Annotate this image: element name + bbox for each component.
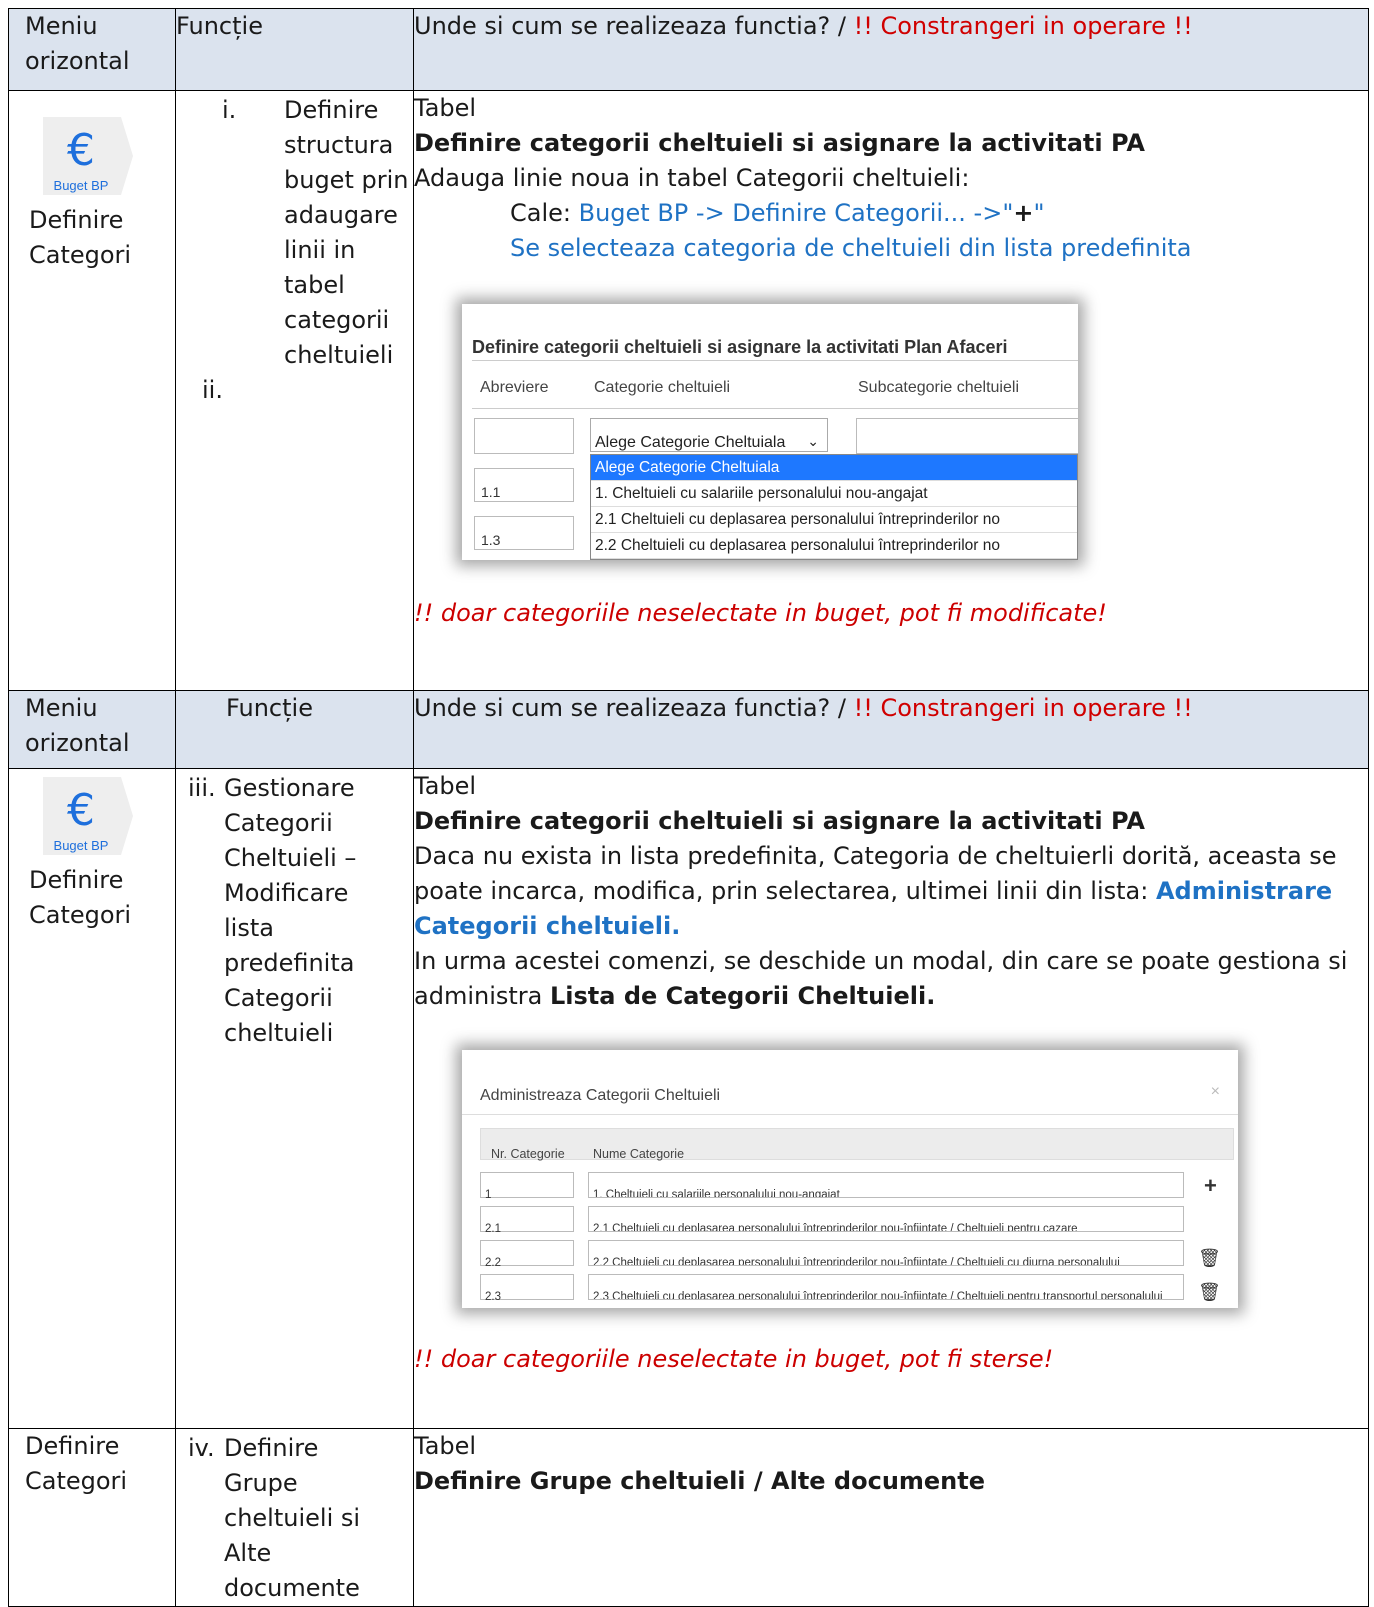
buget-bp-label: Buget BP — [54, 838, 109, 853]
header-row: Meniu orizontal Funcție Unde si cum se r… — [8, 690, 1369, 769]
header-function: Funcție — [176, 12, 263, 40]
header-constraints: !! Constrangeri in operare !! — [853, 12, 1193, 40]
function-item: i. Definire structura buget prin adaugar… — [222, 96, 409, 369]
col-subcategorie: Subcategorie cheltuieli — [858, 379, 1019, 396]
col-nume: Nume Categorie — [593, 1147, 685, 1161]
nr-input[interactable]: 1 — [480, 1172, 574, 1201]
intro-text: Adauga linie noua in tabel Categorii che… — [414, 164, 970, 192]
path-text: Buget BP -> Definire Categorii... ->" — [578, 199, 1014, 227]
dropdown-option[interactable]: 2.1 Cheltuieli cu deplasarea personalulu… — [591, 507, 1077, 533]
abreviere-cell[interactable]: 1.3 — [474, 516, 574, 550]
name-input[interactable]: 2.3 Cheltuieli cu deplasarea personalulu… — [588, 1274, 1184, 1300]
function-item: ii. — [202, 376, 223, 404]
table-row: 2.2 2.2 Cheltuieli cu deplasarea persona… — [480, 1240, 1234, 1269]
name-input[interactable]: 1. Cheltuieli cu salariile personalului … — [588, 1172, 1184, 1198]
tabel-label: Tabel — [414, 1432, 477, 1460]
path-line: Cale: Buget BP -> Definire Categorii... … — [510, 199, 1045, 227]
col-categorie: Categorie cheltuieli — [594, 379, 731, 396]
tabel-label: Tabel — [414, 772, 477, 800]
paragraph-2: In urma acestei comenzi, se deschide un … — [414, 947, 1348, 1010]
add-icon[interactable]: + — [1204, 1168, 1217, 1203]
header-constraints: !! Constrangeri in operare !! — [853, 694, 1193, 722]
trash-icon[interactable]: 🗑 — [1198, 1275, 1221, 1308]
constraint-note: !! doar categoriile neselectate in buget… — [414, 1345, 1054, 1373]
menu-label: Definire Categori — [29, 866, 132, 929]
header-menu: Meniu orizontal — [25, 694, 130, 757]
screenshot-admin-modal: Administreaza Categorii Cheltuieli × Nr.… — [462, 1050, 1238, 1308]
buget-bp-icon[interactable]: € Buget BP — [41, 775, 135, 857]
euro-icon: € — [67, 125, 95, 176]
document-table: Meniu orizontal Funcție Unde si cum se r… — [8, 8, 1369, 1607]
constraint-note: !! doar categoriile neselectate in buget… — [414, 599, 1107, 627]
header-where: Unde si cum se realizeaza functia? / — [414, 12, 854, 40]
col-abreviere: Abreviere — [480, 379, 549, 396]
tabel-label: Tabel — [414, 94, 477, 122]
paragraph-1: Daca nu exista in lista predefinita, Cat… — [414, 842, 1337, 940]
screenshot-define-categories: Definire categorii cheltuieli si asignar… — [462, 304, 1078, 560]
menu-label: Definire Categori — [29, 206, 132, 269]
header-function: Funcție — [226, 694, 313, 722]
nr-input[interactable]: 2.2 — [480, 1240, 574, 1269]
modal-title: Administreaza Categorii Cheltuieli — [480, 1087, 721, 1104]
function-list: iii. Gestionare Categorii Cheltuieli – M… — [176, 769, 413, 1051]
table-row: 2.1 2.1 Cheltuieli cu deplasarea persona… — [480, 1206, 1234, 1235]
section-heading: Definire categorii cheltuieli si asignar… — [414, 807, 1145, 835]
section-heading: Definire categorii cheltuieli si asignar… — [414, 129, 1145, 157]
function-list: i. Definire structura buget prin adaugar… — [176, 91, 413, 408]
header-row: Meniu orizontal Funcție Unde si cum se r… — [8, 8, 1369, 91]
name-input[interactable]: 2.2 Cheltuieli cu deplasarea personalulu… — [588, 1240, 1184, 1266]
function-list: iv. Definire Grupe cheltuieli si Alte do… — [176, 1429, 413, 1606]
modal-table-header: Nr. Categorie Nume Categorie — [480, 1128, 1234, 1161]
menu-label: Definire Categori — [25, 1432, 128, 1495]
euro-icon: € — [67, 785, 95, 836]
header-menu: Meniu orizontal — [25, 12, 130, 75]
subcategorie-input[interactable] — [856, 418, 1078, 454]
content-row-1: € Buget BP Definire Categori i. Definire… — [8, 90, 1369, 691]
abreviere-input[interactable] — [474, 418, 574, 454]
buget-bp-icon[interactable]: € Buget BP — [41, 115, 135, 197]
table-row: 1 1. Cheltuieli cu salariile personalulu… — [480, 1172, 1234, 1201]
dropdown-option[interactable]: 1. Cheltuieli cu salariile personalului … — [591, 481, 1077, 507]
buget-bp-label: Buget BP — [54, 178, 109, 193]
table-row: 2.3 2.3 Cheltuieli cu deplasarea persona… — [480, 1274, 1234, 1303]
name-input[interactable]: 2.1 Cheltuieli cu deplasarea personalulu… — [588, 1206, 1184, 1232]
categorie-select[interactable]: Alege Categorie Cheltuiala ⌄ — [590, 418, 828, 452]
select-instruction: Se selecteaza categoria de cheltuieli di… — [510, 234, 1192, 262]
nr-input[interactable]: 2.1 — [480, 1206, 574, 1235]
nr-input[interactable]: 2.3 — [480, 1274, 574, 1303]
header-where: Unde si cum se realizeaza functia? / — [414, 694, 854, 722]
abreviere-cell[interactable]: 1.1 — [474, 468, 574, 502]
close-icon[interactable]: × — [1211, 1074, 1220, 1109]
section-heading: Definire Grupe cheltuieli / Alte documen… — [414, 1467, 986, 1495]
col-nr: Nr. Categorie — [491, 1147, 565, 1161]
dropdown-option[interactable]: 2.2 Cheltuieli cu deplasarea personalulu… — [591, 533, 1077, 559]
trash-icon[interactable]: 🗑 — [1198, 1241, 1221, 1276]
category-dropdown[interactable]: Alege Categorie Cheltuiala 1. Cheltuieli… — [590, 454, 1078, 560]
plus-icon: + — [1013, 199, 1034, 227]
function-item: iii. Gestionare Categorii Cheltuieli – M… — [188, 774, 357, 1047]
dropdown-option[interactable]: Alege Categorie Cheltuiala — [591, 455, 1077, 481]
content-row-2: € Buget BP Definire Categori iii. Gestio… — [8, 768, 1369, 1429]
